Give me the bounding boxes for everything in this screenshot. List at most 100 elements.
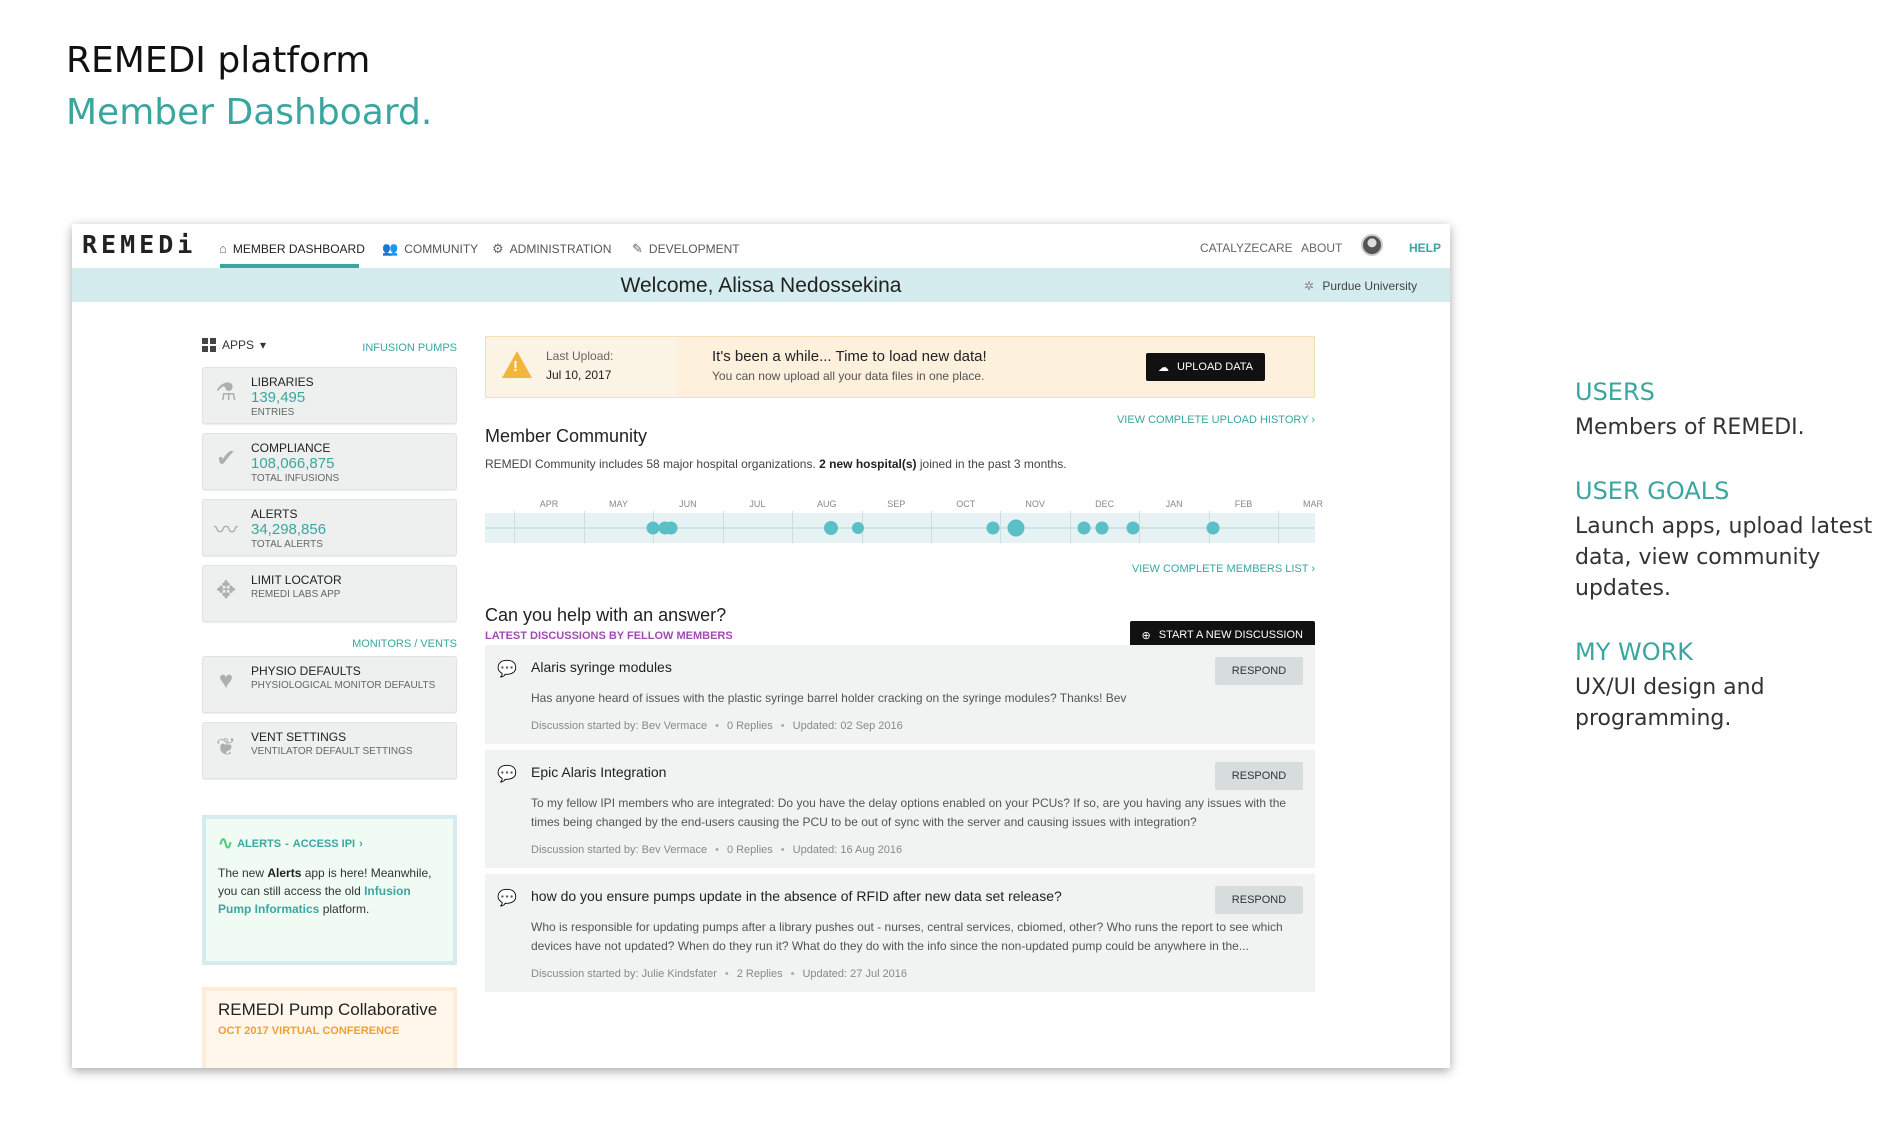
app-card-compliance[interactable]: ✔ COMPLIANCE 108,066,875 TOTAL INFUSIONS <box>202 433 457 490</box>
member-join-dot[interactable] <box>1077 521 1091 535</box>
app-card-alerts[interactable]: 〰 ALERTS 34,298,856 TOTAL ALERTS <box>202 499 457 556</box>
respond-button[interactable]: RESPOND <box>1215 886 1303 914</box>
timeline-tick <box>931 511 932 543</box>
app-value: 34,298,856 <box>251 521 327 538</box>
member-join-dot[interactable] <box>664 521 678 535</box>
nav-help[interactable]: HELP <box>1409 241 1441 255</box>
nav-development[interactable]: ✎ DEVELOPMENT <box>632 241 740 257</box>
nav-member-dashboard[interactable]: ⌂ MEMBER DASHBOARD <box>219 241 365 256</box>
app-value: 108,066,875 <box>251 455 335 472</box>
discussion-title[interactable]: Alaris syringe modules <box>531 659 1303 681</box>
annotation-column: USERS Members of REMEDI. USER GOALS Laun… <box>1575 378 1875 768</box>
note-user-goals: USER GOALS Launch apps, upload latest da… <box>1575 477 1875 604</box>
timeline-month-label: JAN <box>1165 499 1183 509</box>
upload-history-row: VIEW COMPLETE UPLOAD HISTORY › <box>485 412 1315 430</box>
alerts-label: ALERTS <box>237 837 282 850</box>
app-card-limit-locator[interactable]: ✥ LIMIT LOCATOR REMEDI LABS APP <box>202 565 457 622</box>
members-list-row: VIEW COMPLETE MEMBERS LIST › <box>485 561 1315 579</box>
respond-button[interactable]: RESPOND <box>1215 762 1303 790</box>
section-monitors-vents: MONITORS / VENTS <box>352 638 457 650</box>
remedi-logo[interactable]: REMEDi <box>82 230 196 259</box>
wrench-icon: ✎ <box>632 241 643 256</box>
discussion-meta: Discussion started by: Bev Vermace • 0 Rep… <box>531 844 903 856</box>
discussions-header: Can you help with an answer? LATEST DISC… <box>485 605 1315 649</box>
app-card-libraries[interactable]: ⚗ LIBRARIES 139,495 ENTRIES <box>202 367 457 424</box>
app-card-vent-settings[interactable]: ❦ VENT SETTINGS VENTILATOR DEFAULT SETTI… <box>202 722 457 779</box>
timeline-tick <box>1000 511 1002 543</box>
timeline-month-label: NOV <box>1025 499 1045 509</box>
pump-collaborative-title: REMEDI Pump Collaborative <box>218 1000 438 1019</box>
discussion-title[interactable]: Epic Alaris Integration <box>531 764 1303 786</box>
nav-community[interactable]: 👥 COMMUNITY <box>382 241 478 257</box>
app-sub: ENTRIES <box>251 407 295 418</box>
page-subtitle: Member Dashboard. <box>66 92 433 133</box>
plus-icon: ⊕ <box>1141 629 1151 642</box>
chat-bubble-icon: 💬 <box>497 766 517 783</box>
app-card-physio-defaults[interactable]: ♥ PHYSIO DEFAULTS PHYSIOLOGICAL MONITOR … <box>202 656 457 713</box>
nav-about[interactable]: ABOUT <box>1301 241 1342 255</box>
note-body: Members of REMEDI. <box>1575 415 1805 440</box>
heartbeat-icon: ∿ <box>218 833 234 853</box>
upload-history-link[interactable]: VIEW COMPLETE UPLOAD HISTORY › <box>1117 414 1315 426</box>
timeline-month-label: DEC <box>1095 499 1115 509</box>
last-upload-label: Last Upload: <box>546 349 614 363</box>
timeline-month-label: JUL <box>749 499 766 509</box>
nav-catalyzecare[interactable]: CATALYZECARE <box>1200 241 1293 255</box>
chat-bubble-icon: 💬 <box>497 661 517 678</box>
organization[interactable]: ✲ Purdue University <box>1304 279 1417 293</box>
welcome-bar: Welcome, Alissa Nedossekina ✲ Purdue Uni… <box>72 268 1450 302</box>
cloud-upload-icon: ☁ <box>1158 361 1169 374</box>
member-join-dot[interactable] <box>852 522 864 534</box>
member-timeline: APR MAY JUN JUL AUG SEP OCT NOV DEC JAN FEB MAR <box>485 499 1323 549</box>
note-users: USERS Members of REMEDI. <box>1575 378 1875 443</box>
nav-administration[interactable]: ⚙ ADMINISTRATION <box>492 241 611 257</box>
app-name: LIMIT LOCATOR <box>251 573 342 587</box>
timeline-month-label: MAY <box>609 499 628 509</box>
member-join-dot[interactable] <box>824 521 838 535</box>
app-sub: TOTAL INFUSIONS <box>251 473 340 484</box>
discussion-meta: Discussion started by: Julie Kindsfater •… <box>531 968 908 980</box>
member-join-dot[interactable] <box>986 521 1000 535</box>
member-join-dot[interactable] <box>1007 519 1025 537</box>
member-join-dot[interactable] <box>1095 521 1109 535</box>
apps-header: APPS ▾ INFUSION PUMPS <box>202 336 457 358</box>
access-ipi-link[interactable]: ACCESS IPI <box>293 838 355 850</box>
top-nav: REMEDi ⌂ MEMBER DASHBOARD 👥 COMMUNITY ⚙ … <box>72 224 1450 268</box>
timeline-month-label: FEB <box>1234 499 1253 509</box>
flask-icon: ⚗ <box>215 379 237 406</box>
timeline-month-label: AUG <box>817 499 837 509</box>
discussion-item[interactable]: 💬 how do you ensure pumps update in the … <box>485 874 1315 994</box>
apps-sidebar: APPS ▾ INFUSION PUMPS ⚗ LIBRARIES 139,49… <box>202 336 457 1068</box>
app-name: ALERTS <box>251 507 298 521</box>
apps-dropdown[interactable]: APPS ▾ <box>202 338 266 352</box>
upload-banner: ! Last Upload: Jul 10, 2017 It's been a … <box>485 336 1315 398</box>
timeline-month-label: SEP <box>887 499 906 509</box>
members-list-link[interactable]: VIEW COMPLETE MEMBERS LIST › <box>1132 563 1315 575</box>
page-title: REMEDI platform <box>66 40 371 81</box>
note-my-work: MY WORK UX/UI design and programming. <box>1575 638 1875 734</box>
locator-icon: ✥ <box>215 577 237 604</box>
alerts-promo-text: The new Alerts app is here! Meanwhile, y… <box>218 866 432 916</box>
member-join-dot[interactable] <box>1206 521 1220 535</box>
timeline-month-label: OCT <box>956 499 976 509</box>
member-join-dot[interactable] <box>1126 521 1140 535</box>
timeline-tick <box>514 511 516 543</box>
discussion-title[interactable]: how do you ensure pumps update in the ab… <box>531 888 1303 910</box>
avatar[interactable] <box>1361 234 1383 256</box>
app-sub: PHYSIOLOGICAL MONITOR DEFAULTS <box>251 680 436 691</box>
note-body: UX/UI design and programming. <box>1575 675 1765 731</box>
grid-icon <box>202 338 216 352</box>
discussion-item[interactable]: 💬 Epic Alaris Integration To my fellow I… <box>485 750 1315 870</box>
home-icon: ⌂ <box>219 241 227 256</box>
monitors-header: MONITORS / VENTS <box>202 632 457 654</box>
pump-collaborative-card[interactable]: REMEDI Pump Collaborative OCT 2017 VIRTU… <box>202 987 457 1068</box>
discussion-item[interactable]: 💬 Alaris syringe modules Has anyone hear… <box>485 645 1315 746</box>
respond-button[interactable]: RESPOND <box>1215 657 1303 685</box>
alerts-promo-title[interactable]: ∿ ALERTS - ACCESS IPI › <box>218 833 441 854</box>
main-content: ! Last Upload: Jul 10, 2017 It's been a … <box>485 336 1323 994</box>
upload-data-button[interactable]: ☁ UPLOAD DATA <box>1146 353 1265 381</box>
people-icon: 👥 <box>382 241 399 256</box>
app-sub: REMEDI LABS APP <box>251 589 341 600</box>
last-upload-date: Jul 10, 2017 <box>546 368 612 382</box>
checkmark-icon: ✔ <box>215 445 237 472</box>
